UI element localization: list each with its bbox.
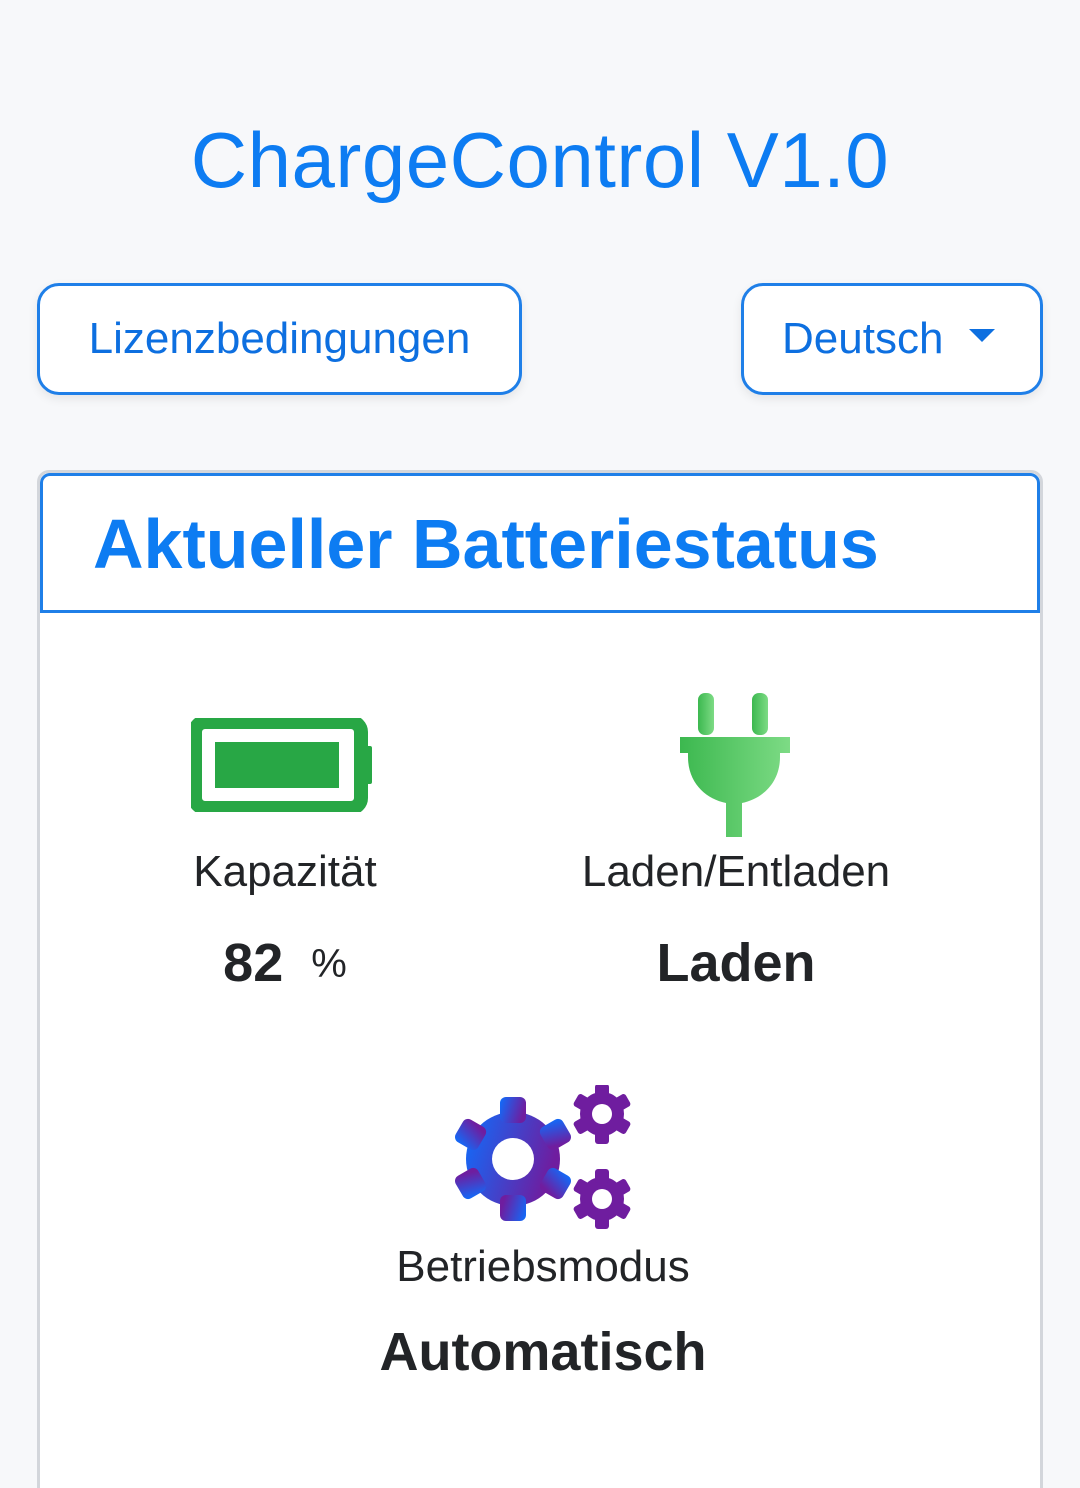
charging-label: Laden/Entladen — [581, 847, 891, 896]
capacity-unit: % — [311, 942, 347, 987]
card-header: Aktueller Batteriestatus — [40, 473, 1040, 613]
page: ChargeControl V1.0 Lizenzbedingungen Deu… — [0, 0, 1080, 1488]
plug-icon — [680, 693, 790, 837]
charging-block: Laden/Entladen Laden — [560, 847, 912, 994]
card-title: Aktueller Batteriestatus — [93, 505, 879, 583]
mode-value: Automatisch — [379, 1322, 707, 1383]
capacity-icon-wrap — [183, 715, 383, 817]
charging-value: Laden — [656, 933, 816, 994]
capacity-value: 82 — [223, 933, 284, 994]
language-dropdown[interactable]: Deutsch — [741, 283, 1043, 395]
language-selected-label: Deutsch — [782, 314, 944, 363]
gears-icon-wrap — [450, 1084, 635, 1238]
battery-status-card: Aktueller Batteriestatus Kapazität 82% L… — [37, 470, 1043, 1488]
capacity-value-row: 82% — [130, 934, 440, 993]
mode-label: Betriebsmodus — [396, 1242, 690, 1291]
app-title: ChargeControl V1.0 — [190, 116, 890, 204]
license-button[interactable]: Lizenzbedingungen — [37, 283, 522, 395]
capacity-block: Kapazität 82% — [130, 847, 440, 994]
mode-block: Betriebsmodus Automatisch — [293, 1242, 793, 1383]
chevron-down-icon — [969, 328, 996, 342]
battery-full-icon — [188, 715, 372, 815]
plug-icon-wrap — [678, 691, 794, 844]
capacity-label: Kapazität — [193, 847, 377, 896]
gears-icon — [455, 1084, 631, 1229]
license-button-label: Lizenzbedingungen — [88, 314, 471, 363]
